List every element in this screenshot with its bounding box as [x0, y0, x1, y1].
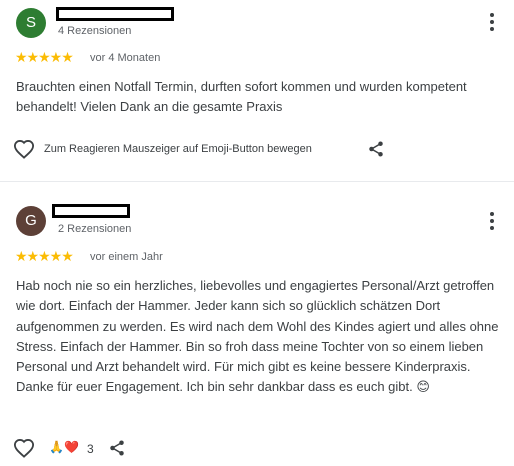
redacted-reviewer-name: [56, 7, 174, 21]
more-vertical-icon[interactable]: [486, 211, 498, 231]
star-rating: ★★★★★: [15, 49, 74, 65]
more-vertical-icon[interactable]: [486, 12, 498, 32]
review-text: Brauchten einen Notfall Termin, durften …: [16, 79, 467, 115]
reaction-row: 🙏❤️ 3: [0, 435, 514, 461]
avatar[interactable]: G: [16, 206, 46, 236]
review-age: vor einem Jahr: [90, 251, 163, 263]
review-age: vor 4 Monaten: [90, 52, 161, 64]
star-rating: ★★★★★: [15, 248, 74, 264]
avatar[interactable]: S: [16, 8, 46, 38]
reaction-count: 3: [87, 442, 94, 456]
reaction-emojis[interactable]: 🙏❤️: [49, 440, 79, 454]
reaction-hint: Zum Reagieren Mauszeiger auf Emoji-Butto…: [44, 143, 312, 155]
reviewer-review-count: 4 Rezensionen: [58, 25, 132, 37]
share-icon[interactable]: [108, 439, 126, 457]
heart-outline-icon[interactable]: [13, 139, 35, 159]
reaction-row: Zum Reagieren Mauszeiger auf Emoji-Butto…: [0, 136, 514, 162]
redacted-reviewer-name: [52, 204, 130, 218]
review-card: S 4 Rezensionen ★★★★★ vor 4 Monaten Brau…: [0, 0, 514, 181]
review-card: G 2 Rezensionen ★★★★★ vor einem Jahr Hab…: [0, 182, 514, 466]
heart-outline-icon[interactable]: [13, 438, 35, 458]
share-icon[interactable]: [367, 140, 385, 158]
review-text: Hab noch nie so ein herzliches, liebevol…: [16, 278, 499, 395]
reviewer-review-count: 2 Rezensionen: [58, 223, 132, 235]
